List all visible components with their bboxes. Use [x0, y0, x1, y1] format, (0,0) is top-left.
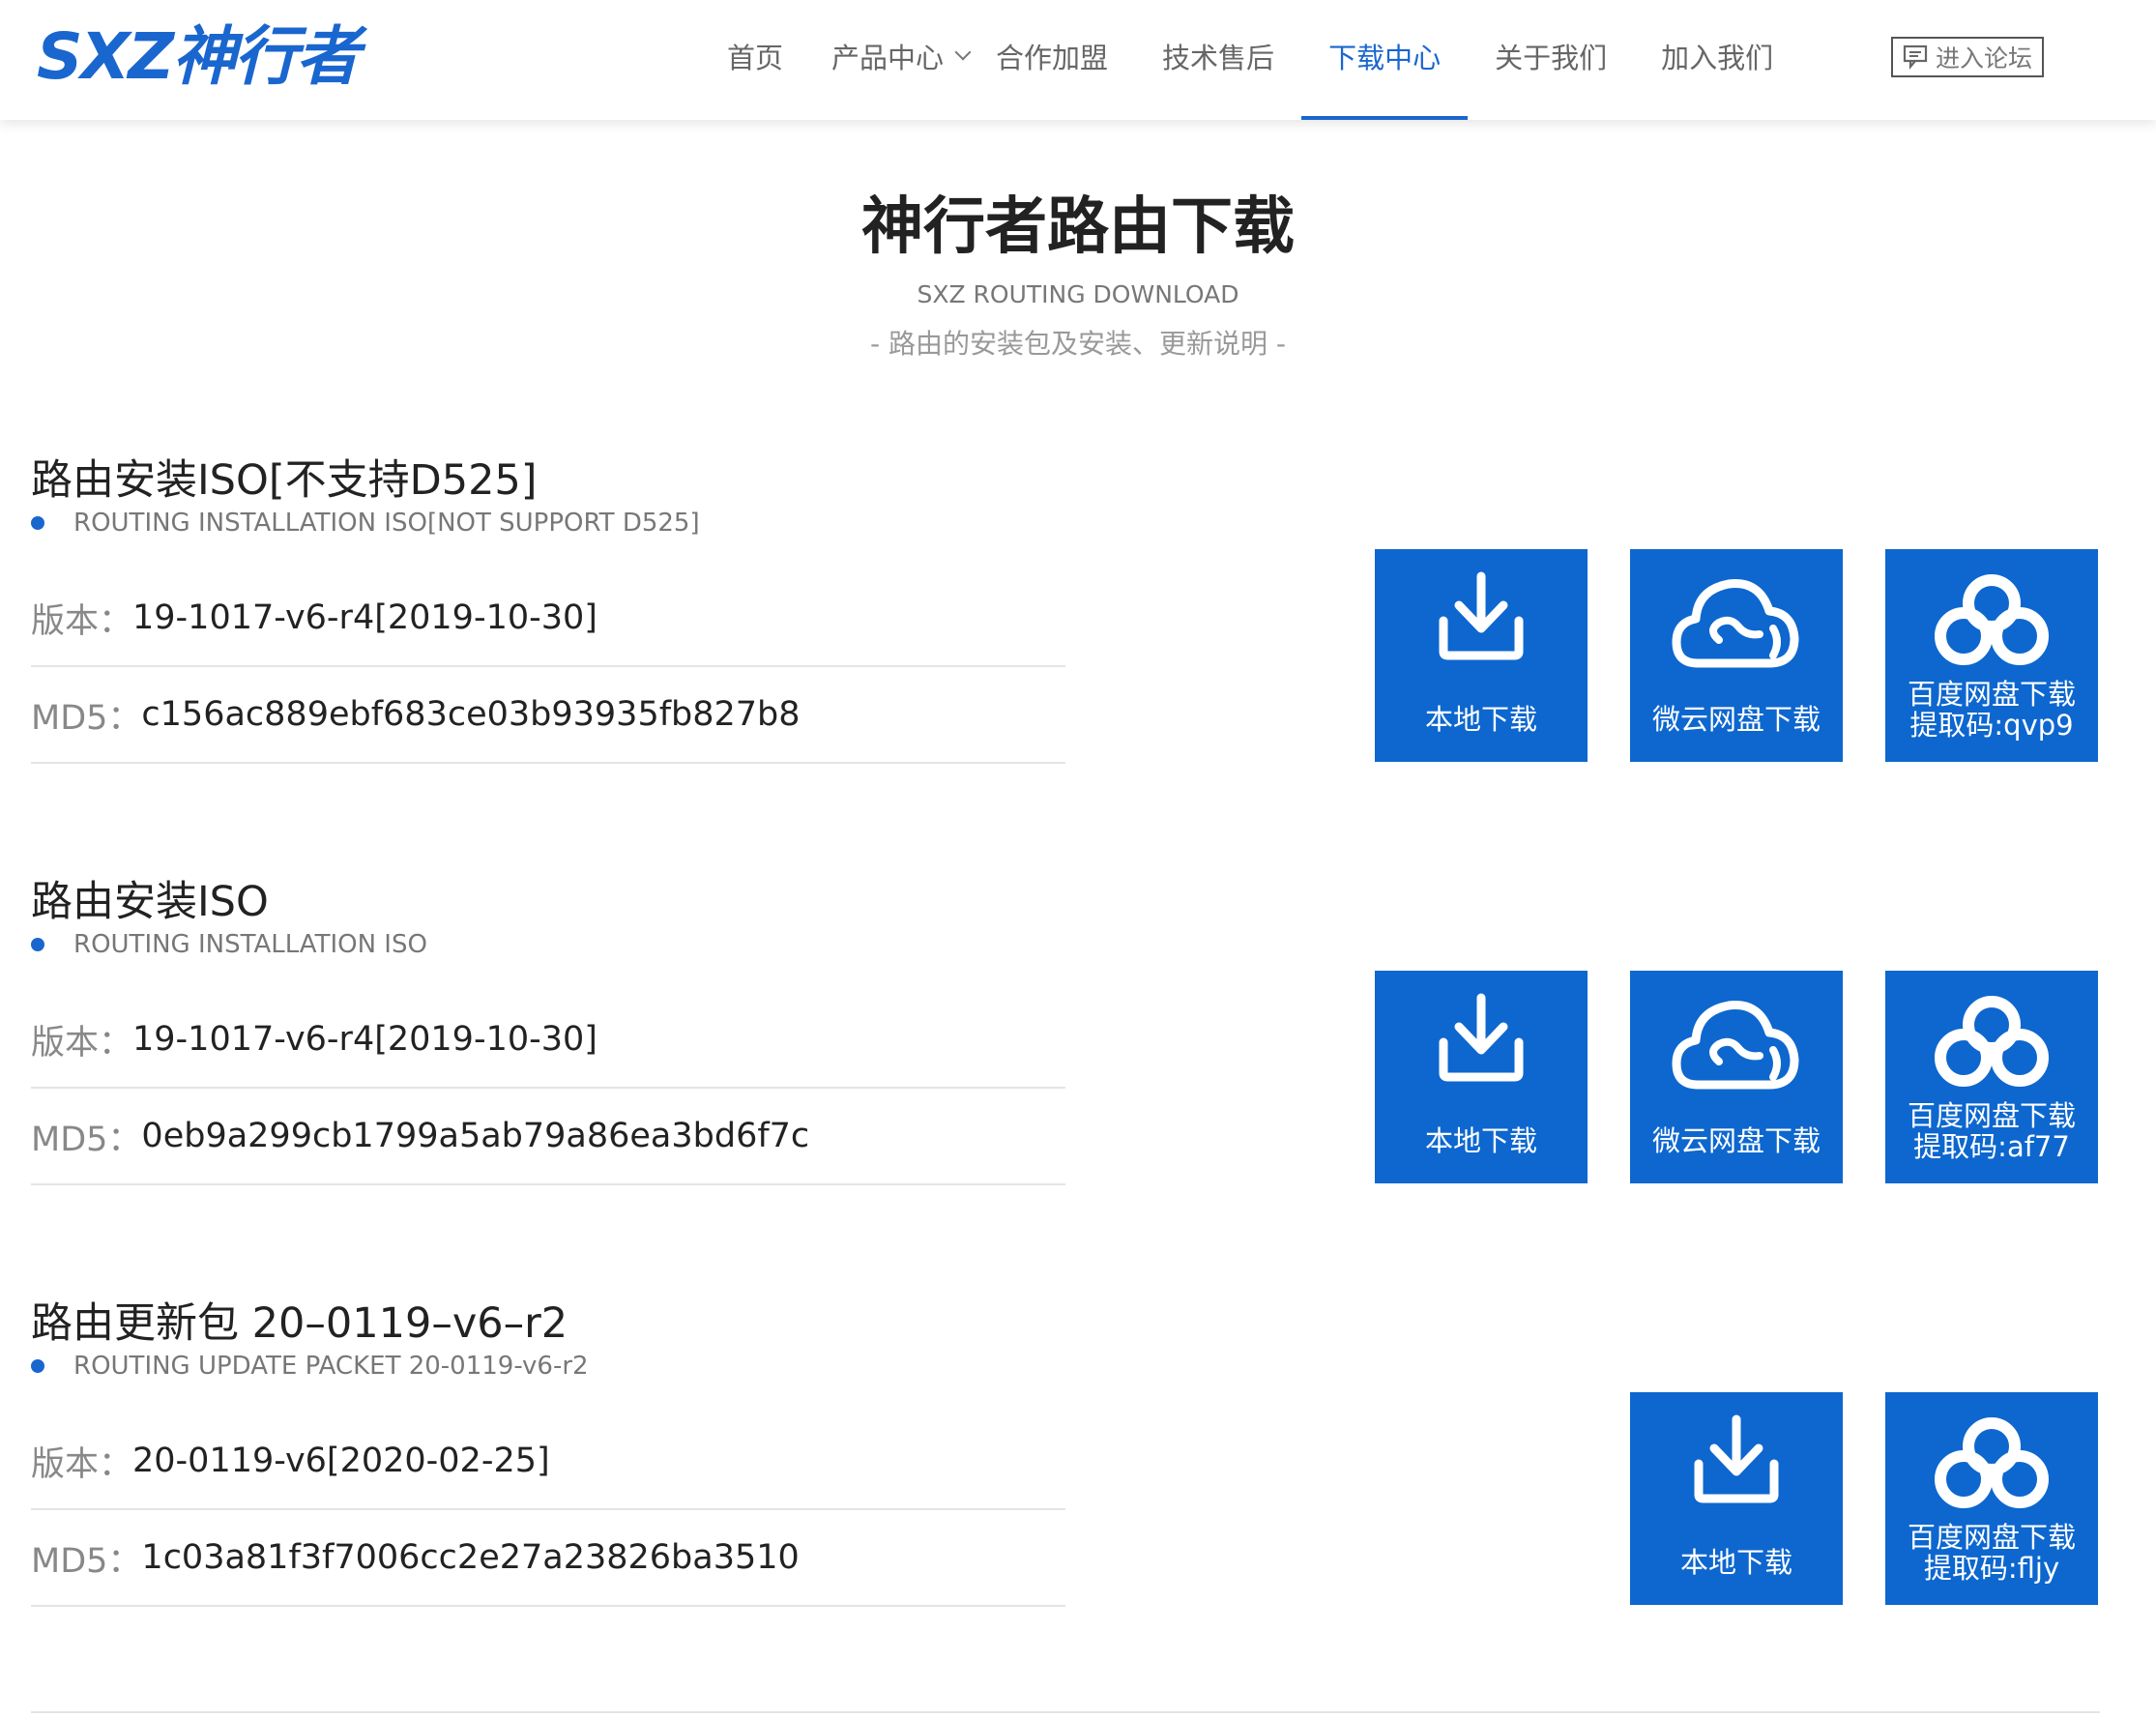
- bullet-dot: [31, 516, 44, 530]
- download-icon: [1439, 571, 1524, 660]
- weiyun-download-button[interactable]: 微云网盘下载: [1630, 549, 1843, 762]
- bullet-dot: [31, 1359, 44, 1373]
- bottom-divider: [31, 1711, 2100, 1713]
- button-label: 本地下载: [1424, 1124, 1537, 1157]
- nav-label: 首页: [727, 42, 784, 74]
- forum-button[interactable]: 进入论坛: [1891, 37, 2044, 77]
- version-value: 20-0119-v6[2020-02-25]: [132, 1442, 550, 1480]
- md5-label: MD5：: [31, 1541, 142, 1581]
- button-label-line1: 百度网盘下载: [1907, 1099, 2076, 1132]
- section-title: 路由安装ISO: [31, 878, 269, 926]
- button-label-line2: 提取码:fljy: [1923, 1552, 2060, 1585]
- nav-item-join[interactable]: 加入我们: [1634, 0, 1800, 112]
- site-header: SXZ神行者 首页 产品中心 合作加盟 技术售后 下载中心 关于我们 加入我们: [0, 0, 2156, 120]
- nav-item-partnership[interactable]: 合作加盟: [996, 0, 1162, 112]
- nav-label: 加入我们: [1661, 42, 1774, 74]
- forum-icon: [1903, 44, 1928, 71]
- nav-item-products[interactable]: 产品中心: [831, 0, 996, 112]
- version-row: 版本： 20-0119-v6[2020-02-25]: [31, 1413, 1065, 1510]
- md5-row: MD5： 0eb9a299cb1799a5ab79a86ea3bd6f7c: [31, 1089, 1065, 1185]
- download-icon: [1439, 993, 1524, 1082]
- bullet-dot: [31, 938, 44, 951]
- site-logo[interactable]: SXZ神行者: [37, 19, 360, 94]
- cloud-icon: [1672, 579, 1799, 668]
- md5-row: MD5： 1c03a81f3f7006cc2e27a23826ba3510: [31, 1510, 1065, 1607]
- button-label: 微云网盘下载: [1651, 703, 1821, 736]
- button-label: 百度网盘下载 提取码:af77: [1885, 1100, 2098, 1162]
- forum-label: 进入论坛: [1935, 44, 2032, 73]
- local-download-button[interactable]: 本地下载: [1375, 549, 1588, 762]
- baidu-download-button[interactable]: 百度网盘下载 提取码:fljy: [1885, 1392, 2098, 1605]
- button-label: 微云网盘下载: [1651, 1124, 1821, 1157]
- nav-label: 合作加盟: [996, 42, 1109, 74]
- baidu-netdisk-icon: [1935, 996, 2049, 1087]
- nav-label: 下载中心: [1328, 42, 1442, 74]
- baidu-netdisk-icon: [1935, 574, 2049, 665]
- nav-item-downloads[interactable]: 下载中心: [1301, 0, 1469, 120]
- cloud-icon: [1672, 1001, 1799, 1090]
- button-label-line2: 提取码:af77: [1913, 1130, 2070, 1163]
- section-subtitle-text: ROUTING INSTALLATION ISO: [73, 930, 427, 959]
- nav-item-about[interactable]: 关于我们: [1468, 0, 1634, 112]
- version-label: 版本：: [31, 1444, 133, 1484]
- version-row: 版本： 19-1017-v6-r4[2019-10-30]: [31, 992, 1065, 1089]
- version-value: 19-1017-v6-r4[2019-10-30]: [132, 1020, 597, 1059]
- version-value: 19-1017-v6-r4[2019-10-30]: [132, 598, 597, 637]
- button-label-line1: 百度网盘下载: [1907, 678, 2076, 711]
- nav-item-support[interactable]: 技术售后: [1162, 0, 1301, 112]
- page-subtitle-en: SXZ ROUTING DOWNLOAD: [917, 280, 1239, 308]
- button-label: 本地下载: [1424, 703, 1537, 736]
- baidu-download-button[interactable]: 百度网盘下载 提取码:qvp9: [1885, 549, 2098, 762]
- md5-value: 0eb9a299cb1799a5ab79a86ea3bd6f7c: [141, 1117, 810, 1155]
- md5-value: c156ac889ebf683ce03b93935fb827b8: [141, 695, 801, 734]
- download-section: 路由安装ISO ROUTING INSTALLATION ISO 版本： 19-…: [31, 868, 2100, 1216]
- version-label: 版本：: [31, 1023, 133, 1063]
- download-section: 路由更新包 20–0119–v6–r2 ROUTING UPDATE PACKE…: [31, 1290, 2100, 1638]
- weiyun-download-button[interactable]: 微云网盘下载: [1630, 971, 1843, 1183]
- section-subtitle: ROUTING UPDATE PACKET 20-0119-v6-r2: [31, 1352, 589, 1381]
- local-download-button[interactable]: 本地下载: [1375, 971, 1588, 1183]
- button-label-line2: 提取码:qvp9: [1909, 709, 2074, 742]
- page-subtitle-cn: - 路由的安装包及安装、更新说明 -: [869, 328, 1286, 360]
- nav-label: 关于我们: [1495, 42, 1608, 74]
- md5-row: MD5： c156ac889ebf683ce03b93935fb827b8: [31, 667, 1065, 764]
- section-subtitle: ROUTING INSTALLATION ISO: [31, 930, 427, 959]
- download-icon: [1694, 1414, 1779, 1503]
- nav-label: 技术售后: [1162, 42, 1275, 74]
- md5-label: MD5：: [31, 698, 142, 738]
- version-row: 版本： 19-1017-v6-r4[2019-10-30]: [31, 570, 1065, 667]
- nav-label: 产品中心: [831, 42, 945, 74]
- download-section: 路由安装ISO[不支持D525] ROUTING INSTALLATION IS…: [31, 447, 2100, 795]
- logo-text: SXZ神行者: [37, 19, 360, 94]
- baidu-netdisk-icon: [1935, 1417, 2049, 1508]
- chevron-down-icon: [954, 44, 972, 61]
- section-subtitle-text: ROUTING UPDATE PACKET 20-0119-v6-r2: [73, 1352, 589, 1381]
- button-label: 本地下载: [1679, 1546, 1792, 1579]
- baidu-download-button[interactable]: 百度网盘下载 提取码:af77: [1885, 971, 2098, 1183]
- md5-label: MD5：: [31, 1120, 142, 1159]
- button-label: 百度网盘下载 提取码:qvp9: [1885, 679, 2098, 741]
- button-label: 百度网盘下载 提取码:fljy: [1885, 1522, 2098, 1584]
- md5-value: 1c03a81f3f7006cc2e27a23826ba3510: [141, 1538, 800, 1577]
- section-title: 路由更新包 20–0119–v6–r2: [31, 1299, 568, 1348]
- local-download-button[interactable]: 本地下载: [1630, 1392, 1843, 1605]
- page-title: 神行者路由下载: [861, 191, 1295, 263]
- section-subtitle: ROUTING INSTALLATION ISO[NOT SUPPORT D52…: [31, 509, 700, 538]
- main-nav: 首页 产品中心 合作加盟 技术售后 下载中心 关于我们 加入我们: [696, 0, 1800, 120]
- version-label: 版本：: [31, 601, 133, 641]
- nav-item-home[interactable]: 首页: [696, 0, 831, 112]
- section-subtitle-text: ROUTING INSTALLATION ISO[NOT SUPPORT D52…: [73, 509, 700, 538]
- button-label-line1: 百度网盘下载: [1907, 1521, 2076, 1554]
- section-title: 路由安装ISO[不支持D525]: [31, 456, 538, 505]
